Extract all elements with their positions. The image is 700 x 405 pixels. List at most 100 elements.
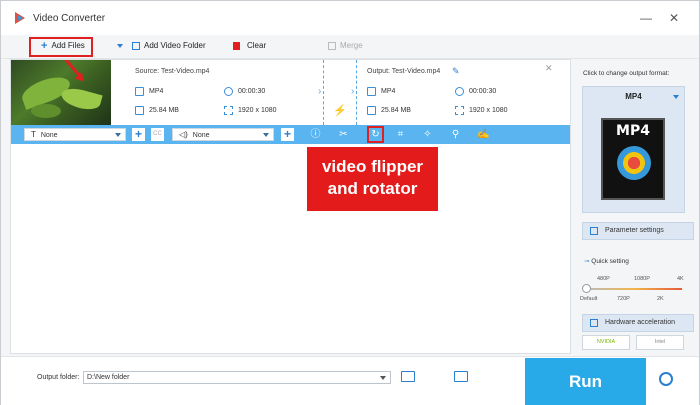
add-audio-button[interactable]: +: [281, 128, 294, 141]
nvidia-badge: NVIDIA: [582, 335, 630, 350]
task-list: Source: Test-Video.mp4 MP4 00:00:30 25.8…: [10, 59, 571, 354]
film-reel-icon: [617, 146, 651, 180]
watermark-stamp-icon[interactable]: ⚲: [449, 128, 462, 141]
output-duration-value: 00:00:30: [469, 88, 497, 95]
minimize-button[interactable]: —: [640, 12, 652, 24]
effects-wand-icon[interactable]: ✧: [421, 128, 434, 141]
dropdown-caret-icon: [673, 95, 679, 99]
text-icon: T: [31, 130, 36, 139]
source-resolution: 1920 x 1080: [224, 106, 277, 115]
clear-button[interactable]: Clear: [233, 41, 266, 50]
clock-icon: [224, 87, 233, 96]
change-format-label: Click to change output format:: [583, 70, 670, 77]
tick-label: 4K: [677, 276, 684, 282]
tick-label: 720P: [617, 296, 630, 302]
rotate-icon[interactable]: ↻: [369, 128, 382, 141]
app-title: Video Converter: [33, 13, 106, 24]
bottom-bar: Output folder: D:\New folder Run: [1, 356, 699, 405]
add-subtitle-button[interactable]: +: [132, 128, 145, 141]
format-icon: [367, 87, 376, 96]
quick-setting-text: Quick setting: [591, 258, 629, 265]
thumbnail-leaf: [31, 104, 61, 118]
merge-label: Merge: [340, 41, 363, 50]
thumbnail-leaf: [59, 85, 103, 113]
resolution-icon: [455, 106, 464, 115]
source-filename: Source: Test-Video.mp4: [135, 68, 210, 75]
parameter-settings-label: Parameter settings: [605, 227, 664, 234]
add-video-folder-label: Add Video Folder: [144, 41, 206, 50]
divider: [356, 60, 357, 125]
format-name: MP4: [625, 92, 642, 101]
folder-icon: [135, 106, 144, 115]
preview-folder-icon[interactable]: [454, 371, 468, 382]
add-video-folder-button[interactable]: Add Video Folder: [117, 41, 206, 50]
tick-label: Default: [580, 296, 598, 302]
edit-sign-icon[interactable]: ✍: [477, 128, 490, 141]
chevron-right-icon: ›: [318, 86, 322, 97]
source-format: MP4: [135, 87, 163, 96]
run-button[interactable]: Run: [525, 358, 646, 405]
tick-label: 2K: [657, 296, 664, 302]
edit-pencil-icon[interactable]: ✎: [452, 66, 460, 77]
folder-add-icon: [132, 41, 140, 50]
alarm-clock-icon[interactable]: [659, 372, 673, 386]
source-duration-value: 00:00:30: [238, 88, 266, 95]
output-format: MP4: [367, 87, 395, 96]
close-window-button[interactable]: ✕: [669, 12, 679, 24]
video-thumbnail[interactable]: [11, 60, 111, 125]
intel-badge: Intel: [636, 335, 684, 350]
info-icon[interactable]: ⓘ: [309, 128, 322, 141]
main-toolbar: + Add Files Add Video Folder Clear Merge: [1, 35, 699, 59]
quick-setting-label: ⊸ Quick setting: [584, 257, 629, 265]
speaker-icon: ◁): [179, 130, 188, 139]
clear-label: Clear: [247, 41, 267, 50]
cc-button[interactable]: CC: [151, 128, 164, 141]
output-folder-path: D:\New folder: [87, 374, 130, 381]
tick-label: 480P: [597, 276, 610, 282]
add-files-highlight: [29, 37, 93, 57]
trash-icon: [233, 41, 240, 50]
quality-slider-track[interactable]: [586, 288, 682, 290]
merge-icon: [328, 41, 336, 50]
chevron-right-icon: ›: [351, 86, 355, 97]
source-resolution-value: 1920 x 1080: [238, 107, 277, 114]
remove-task-icon[interactable]: ✕: [545, 63, 553, 74]
resolution-icon: [224, 106, 233, 115]
dropdown-arrow-icon: [117, 43, 123, 48]
output-size-value: 25.84 MB: [381, 107, 411, 114]
output-format-panel: Click to change output format: MP4 MP4 P…: [576, 59, 699, 356]
open-folder-icon[interactable]: [401, 371, 415, 382]
output-folder-input[interactable]: D:\New folder: [83, 371, 391, 384]
chip-icon: [590, 319, 598, 327]
merge-button[interactable]: Merge: [328, 41, 363, 50]
subtitle-select-value: None: [40, 132, 58, 139]
parameter-settings-button[interactable]: Parameter settings: [582, 222, 694, 240]
crop-icon[interactable]: ⌗: [394, 128, 407, 141]
quality-slider-knob[interactable]: [582, 284, 591, 293]
edit-toolbar: T None + CC ◁) None + ⓘ ✂ ↻ ⌗ ✧ ⚲ ✍: [11, 125, 570, 144]
audio-track-select[interactable]: ◁) None: [172, 128, 274, 141]
hardware-acceleration-button[interactable]: Hardware acceleration: [582, 314, 694, 332]
subtitle-select[interactable]: T None: [24, 128, 126, 141]
dropdown-caret-icon: [263, 133, 269, 137]
dropdown-caret-icon: [380, 376, 386, 380]
output-format-selector[interactable]: MP4 MP4: [582, 86, 685, 213]
clock-icon: [455, 87, 464, 96]
lightning-icon: ⚡: [333, 105, 347, 117]
format-image-text: MP4: [616, 123, 650, 139]
annotation-callout: video flipper and rotator: [307, 147, 438, 211]
output-resolution-value: 1920 x 1080: [469, 107, 508, 114]
divider: [323, 60, 324, 125]
mp4-format-image: MP4: [601, 118, 665, 200]
folder-icon: [367, 106, 376, 115]
output-folder-label: Output folder:: [37, 374, 80, 381]
output-format-value: MP4: [381, 88, 396, 95]
trim-scissors-icon[interactable]: ✂: [337, 128, 350, 141]
format-icon: [135, 87, 144, 96]
sliders-icon: [590, 227, 598, 235]
audio-select-value: None: [192, 132, 210, 139]
output-duration: 00:00:30: [455, 87, 496, 96]
app-window: Video Converter — ✕ + Add Files Add Vide…: [0, 0, 700, 405]
output-size: 25.84 MB: [367, 106, 411, 115]
output-resolution: 1920 x 1080: [455, 106, 508, 115]
